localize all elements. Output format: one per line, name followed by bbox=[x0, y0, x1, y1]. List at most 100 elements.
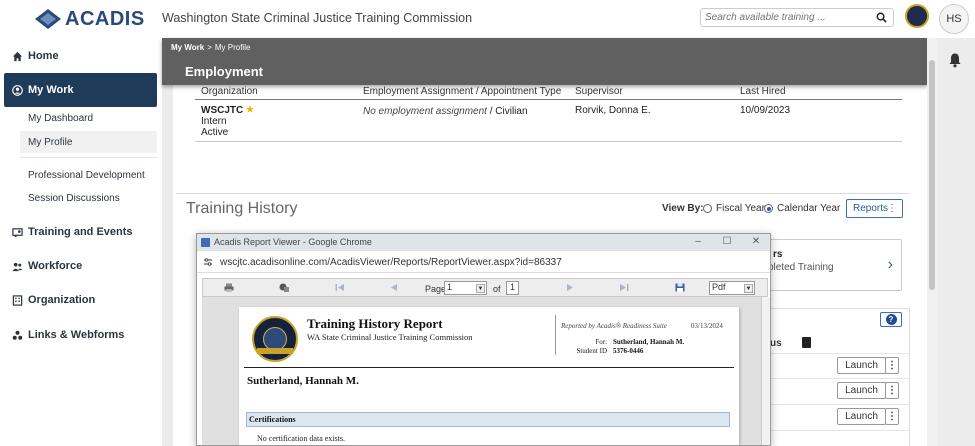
calendar-year-radio[interactable] bbox=[764, 204, 773, 213]
search-input[interactable] bbox=[701, 9, 871, 26]
chevron-down-icon: ▼ bbox=[476, 284, 485, 293]
row-divider bbox=[765, 430, 910, 431]
next-page-icon[interactable] bbox=[565, 283, 575, 292]
chevron-down-icon: ▼ bbox=[744, 284, 753, 293]
sidebar-item-training-and-events[interactable]: Training and Events bbox=[0, 217, 162, 247]
page-label: Page bbox=[425, 284, 447, 294]
hours-card-subtitle: pleted Training bbox=[768, 262, 834, 273]
print-icon[interactable] bbox=[224, 283, 234, 292]
training-hours-card[interactable]: rs pleted Training › bbox=[765, 239, 902, 291]
section-header-bar: My Work > My Profile Employment bbox=[162, 38, 927, 85]
last-page-icon[interactable] bbox=[619, 283, 629, 292]
sidebar-subitem-my-dashboard[interactable]: My Dashboard bbox=[20, 107, 157, 129]
commission-seal-icon bbox=[252, 316, 298, 362]
report-rule bbox=[244, 367, 734, 368]
breadcrumb-parent[interactable]: My Work bbox=[171, 43, 204, 52]
report-header-divider bbox=[555, 315, 556, 355]
report-scrollbar[interactable] bbox=[761, 297, 770, 445]
previous-page-icon[interactable] bbox=[389, 283, 399, 292]
top-header: ACADIS Washington State Criminal Justice… bbox=[0, 0, 975, 38]
acadis-logo[interactable]: ACADIS bbox=[34, 6, 145, 32]
breadcrumb-separator: > bbox=[207, 43, 212, 52]
launch-button[interactable]: Launch bbox=[837, 357, 886, 374]
save-icon[interactable] bbox=[675, 283, 685, 292]
status-column-header: us bbox=[770, 338, 782, 349]
window-titlebar[interactable]: Acadis Report Viewer - Google Chrome – ☐… bbox=[197, 234, 770, 251]
column-header-supervisor: Supervisor bbox=[575, 86, 623, 97]
employment-last-hired: 10/09/2023 bbox=[740, 105, 791, 116]
report-student-id-label: Student ID bbox=[576, 347, 607, 355]
star-icon bbox=[246, 105, 254, 113]
report-viewer-toolbar: Page 1 ▼ of 1 Pdf ▼ bbox=[202, 278, 768, 297]
export-format-select[interactable]: Pdf ▼ bbox=[709, 281, 755, 295]
section-title: Employment bbox=[185, 64, 264, 79]
report-student-name: Sutherland, Hannah M. bbox=[247, 375, 359, 387]
reports-button[interactable]: Reports ⋮ bbox=[846, 199, 903, 218]
column-header-last-hired: Last Hired bbox=[740, 86, 786, 97]
url-text[interactable]: wscjtc.acadisonline.com/AcadisViewer/Rep… bbox=[220, 257, 562, 268]
close-icon[interactable]: ✕ bbox=[750, 236, 762, 247]
sidebar-item-links-webforms[interactable]: Links & Webforms bbox=[0, 320, 162, 350]
row-divider bbox=[765, 353, 910, 354]
user-avatar[interactable]: HS bbox=[939, 4, 969, 34]
maximize-icon[interactable]: ☐ bbox=[721, 236, 733, 247]
report-viewport: Training History Report WA State Crimina… bbox=[202, 297, 768, 445]
search-icon[interactable] bbox=[876, 12, 887, 23]
of-label: of bbox=[493, 284, 501, 294]
row-divider bbox=[765, 378, 910, 379]
help-icon: ? bbox=[885, 314, 897, 325]
agency-seal-icon bbox=[905, 4, 929, 28]
links-icon bbox=[12, 330, 23, 340]
sidebar-subitem-session-discussions[interactable]: Session Discussions bbox=[20, 187, 157, 209]
minimize-icon[interactable]: – bbox=[692, 236, 704, 247]
logo-text: ACADIS bbox=[65, 7, 145, 30]
window-title: Acadis Report Viewer - Google Chrome bbox=[214, 237, 372, 247]
column-header-organization: Organization bbox=[201, 86, 258, 97]
fiscal-year-radio[interactable] bbox=[703, 204, 712, 213]
page-scrollbar-thumb[interactable] bbox=[929, 60, 935, 290]
row-menu-button[interactable]: ⋮ bbox=[885, 357, 899, 374]
help-button[interactable]: ? bbox=[880, 312, 902, 327]
sidebar-item-organization[interactable]: Organization bbox=[0, 285, 162, 315]
report-page: Training History Report WA State Crimina… bbox=[239, 307, 739, 445]
sidebar-item-my-work[interactable]: My Work bbox=[4, 73, 157, 107]
report-title: Training History Report bbox=[307, 316, 443, 331]
sidebar-subitem-my-profile[interactable]: My Profile bbox=[20, 131, 157, 153]
section-divider bbox=[176, 193, 910, 194]
page-number-value: 1 bbox=[447, 282, 453, 292]
reports-button-label: Reports bbox=[853, 203, 889, 214]
sidebar-item-label: Workforce bbox=[28, 260, 83, 272]
table-header-divider bbox=[195, 99, 902, 100]
assignment-text: No employment assignment bbox=[363, 106, 487, 117]
first-page-icon[interactable] bbox=[335, 283, 345, 292]
hours-card-title: rs bbox=[773, 249, 783, 260]
sidebar-item-label: Home bbox=[28, 50, 59, 62]
acadis-logo-icon bbox=[35, 9, 61, 29]
row-menu-button[interactable]: ⋮ bbox=[885, 382, 899, 399]
user-circle-icon bbox=[12, 84, 23, 96]
employment-org-status: Active bbox=[201, 127, 229, 138]
training-icon bbox=[12, 227, 23, 237]
sidebar-item-home[interactable]: Home bbox=[0, 41, 162, 71]
sidebar-item-label: My Work bbox=[28, 84, 74, 96]
app-favicon-icon bbox=[201, 238, 210, 247]
calendar-year-label[interactable]: Calendar Year bbox=[777, 203, 840, 214]
sidebar-subitem-professional-development[interactable]: Professional Development bbox=[20, 164, 157, 186]
table-bottom-divider bbox=[195, 141, 902, 142]
row-divider bbox=[765, 404, 910, 405]
home-icon bbox=[12, 51, 23, 61]
bell-icon[interactable] bbox=[948, 52, 962, 68]
row-menu-button[interactable]: ⋮ bbox=[885, 408, 899, 425]
launch-button[interactable]: Launch bbox=[837, 408, 886, 425]
site-settings-icon[interactable] bbox=[204, 258, 212, 266]
fiscal-year-label[interactable]: Fiscal Year bbox=[716, 203, 765, 214]
sidebar-item-workforce[interactable]: Workforce bbox=[0, 251, 162, 281]
users-icon bbox=[12, 262, 23, 271]
page-number-select[interactable]: 1 ▼ bbox=[444, 281, 487, 295]
export-icon[interactable] bbox=[279, 283, 289, 292]
launch-button[interactable]: Launch bbox=[837, 382, 886, 399]
employment-assignment: No employment assignment / Civilian bbox=[363, 106, 528, 117]
report-date: 03/13/2024 bbox=[691, 322, 723, 330]
org-name: Washington State Criminal Justice Traini… bbox=[162, 11, 473, 25]
chevron-right-icon: › bbox=[887, 256, 893, 273]
